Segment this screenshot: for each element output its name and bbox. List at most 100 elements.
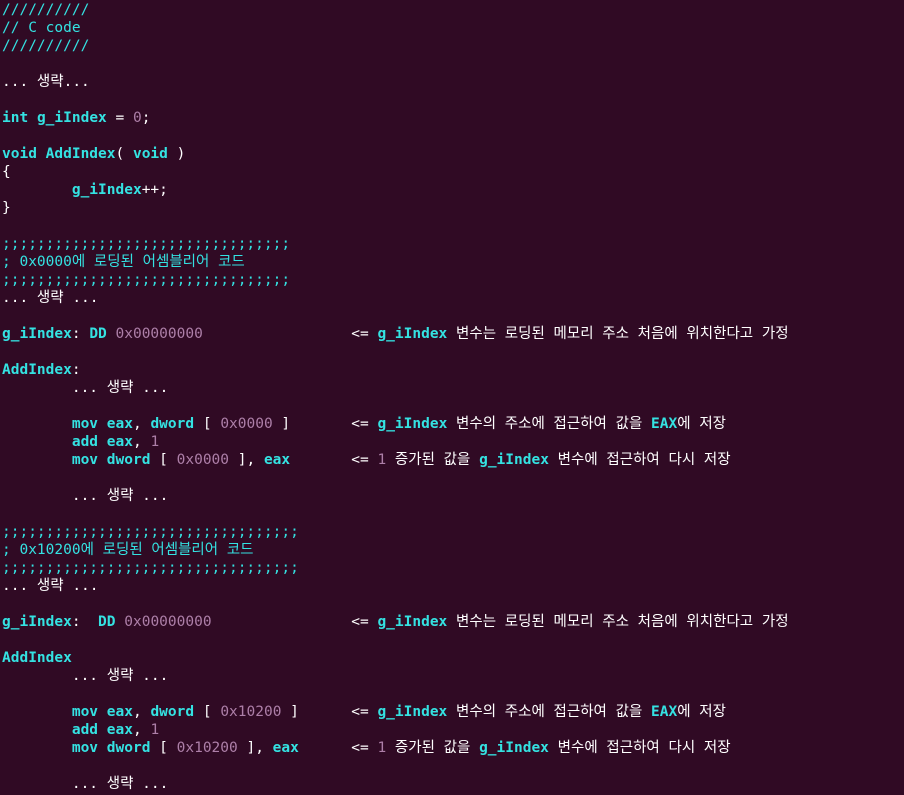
code-text: } [2,200,11,216]
code-line[interactable] [0,343,904,361]
code-line[interactable]: ... 생략 ... [0,775,904,793]
code-number: 0 [132,110,142,126]
code-comment: ;;;;;;;;;;;;;;;;;;;;;;;;;;;;;;;;;; [2,560,299,576]
code-line[interactable] [0,469,904,487]
code-line[interactable]: g_iIndex: DD 0x00000000 <= g_iIndex 변수는 … [0,613,904,631]
code-text: [ [150,452,177,468]
code-line[interactable]: g_iIndex: DD 0x00000000 <= g_iIndex 변수는 … [0,325,904,343]
code-line[interactable]: ;;;;;;;;;;;;;;;;;;;;;;;;;;;;;;;;; [0,235,904,253]
code-keyword: void [2,146,37,162]
code-line[interactable] [0,757,904,775]
code-line[interactable]: // C code [0,19,904,37]
code-line[interactable]: ;;;;;;;;;;;;;;;;;;;;;;;;;;;;;;;;; [0,271,904,289]
code-comment: ////////// [2,38,90,54]
code-text: = [106,110,133,126]
code-keyword: eax [106,434,133,450]
code-line[interactable]: ////////// [0,37,904,55]
code-number: 0x00000000 [115,326,203,342]
code-text: 증가된 값을 [386,452,480,468]
code-line[interactable]: mov dword [ 0x0000 ], eax <= 1 증가된 값을 g_… [0,451,904,469]
code-line[interactable] [0,217,904,235]
code-line[interactable] [0,505,904,523]
code-line[interactable]: AddIndex [0,649,904,667]
code-line[interactable]: ... 생략... [0,73,904,91]
code-text: ... 생략 ... [2,668,169,684]
code-text: 변수의 주소에 접근하여 값을 [447,704,652,720]
code-comment: ; 0x0000에 로딩된 어셈블리어 코드 [2,254,245,270]
code-line[interactable]: mov dword [ 0x10200 ], eax <= 1 증가된 값을 g… [0,739,904,757]
code-line[interactable]: ;;;;;;;;;;;;;;;;;;;;;;;;;;;;;;;;;; [0,523,904,541]
code-text: { [2,164,11,180]
code-number: 1 [150,722,160,738]
code-line[interactable]: AddIndex: [0,361,904,379]
code-line[interactable] [0,397,904,415]
code-text: , [132,704,151,720]
code-text: , [132,722,151,738]
code-keyword: dword [106,740,151,756]
code-line[interactable]: { [0,163,904,181]
code-keyword: void [132,146,168,162]
code-text: 변수에 접근하여 다시 저장 [548,452,731,468]
code-comment: ;;;;;;;;;;;;;;;;;;;;;;;;;;;;;;;;; [2,272,291,288]
code-text: 변수는 로딩된 메모리 주소 처음에 위치한다고 가정 [447,614,789,630]
code-line[interactable] [0,127,904,145]
code-editor[interactable]: ////////// // C code ////////// ... 생략... in… [0,0,904,795]
code-keyword: eax [106,704,133,720]
code-text: 변수는 로딩된 메모리 주소 처음에 위치한다고 가정 [447,326,789,342]
code-line[interactable]: int g_iIndex = 0; [0,109,904,127]
code-keyword: DD [89,326,107,342]
code-line[interactable]: ; 0x10200에 로딩된 어셈블리어 코드 [0,541,904,559]
code-number: 0x0000 [176,452,230,468]
code-identifier: g_iIndex [377,614,448,630]
code-line[interactable]: mov eax, dword [ 0x10200 ] <= g_iIndex 변… [0,703,904,721]
code-line[interactable] [0,685,904,703]
code-line[interactable]: add eax, 1 [0,433,904,451]
code-line[interactable]: ////////// [0,1,904,19]
code-line[interactable]: void AddIndex( void ) [0,145,904,163]
code-line[interactable] [0,91,904,109]
code-identifier: g_iIndex [71,182,142,198]
code-identifier: g_iIndex [2,614,72,630]
code-keyword: dword [150,416,195,432]
code-comment: // C code [2,20,81,36]
code-identifier: g_iIndex [2,326,72,342]
code-line[interactable] [0,595,904,613]
code-text: 변수의 주소에 접근하여 값을 [447,416,652,432]
code-comment: ;;;;;;;;;;;;;;;;;;;;;;;;;;;;;;;;; [2,236,291,252]
code-keyword: eax [272,740,299,756]
code-text: ++; [141,182,168,198]
code-line[interactable] [0,55,904,73]
code-number: 0x10200 [220,704,282,720]
code-text: ] <= [272,416,378,432]
code-line[interactable]: add eax, 1 [0,721,904,739]
code-line[interactable]: ;;;;;;;;;;;;;;;;;;;;;;;;;;;;;;;;;; [0,559,904,577]
code-identifier: AddIndex [45,146,116,162]
code-text: ... 생략 ... [2,380,169,396]
code-line[interactable]: ... 생략 ... [0,379,904,397]
code-line[interactable]: g_iIndex++; [0,181,904,199]
code-line[interactable]: } [0,199,904,217]
code-text: <= [211,614,378,630]
code-line[interactable]: mov eax, dword [ 0x0000 ] <= g_iIndex 변수… [0,415,904,433]
code-line[interactable]: ... 생략 ... [0,667,904,685]
code-line[interactable] [0,307,904,325]
code-text: ... 생략... [2,74,90,90]
code-line[interactable]: ; 0x0000에 로딩된 어셈블리어 코드 [0,253,904,271]
code-line[interactable]: ... 생략 ... [0,487,904,505]
code-number: 0x0000 [220,416,273,432]
code-keyword: mov [71,452,99,468]
code-line[interactable]: ... 생략 ... [0,577,904,595]
code-line[interactable] [0,631,904,649]
code-text: ... 생략 ... [2,290,99,306]
code-line[interactable]: ... 생략 ... [0,289,904,307]
code-text: 에 저장 [677,416,726,432]
code-text: [ [194,416,221,432]
